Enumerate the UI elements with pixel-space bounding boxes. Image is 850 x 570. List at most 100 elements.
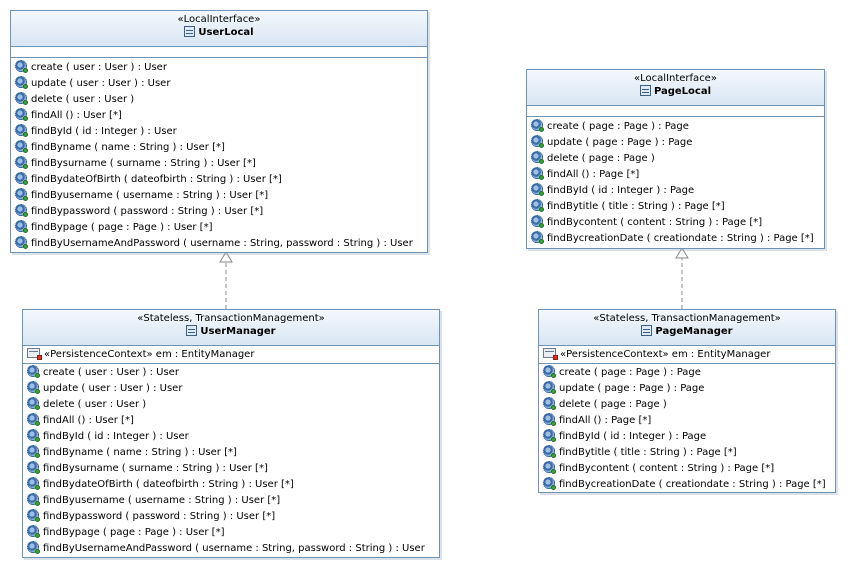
operation-row[interactable]: findById ( id : Integer ) : User [11,124,427,140]
class-header: «LocalInterface» PageLocal [527,70,824,106]
attributes-compartment [11,47,427,58]
method-icon [27,477,40,490]
method-icon [543,461,556,474]
method-icon [531,119,544,132]
operation-row[interactable]: findBydateOfBirth ( dateofbirth : String… [23,477,439,493]
class-name: UserManager [200,326,276,337]
class-name: PageLocal [653,86,712,97]
method-icon [543,477,556,490]
operation-row[interactable]: update ( page : Page ) : Page [539,381,835,397]
operation-row[interactable]: findBypage ( page : Page ) : User [*] [11,220,427,236]
operation-row[interactable]: update ( user : User ) : User [23,381,439,397]
operation-row[interactable]: findBytitle ( title : String ) : Page [*… [539,445,835,461]
class-userlocal[interactable]: «LocalInterface» UserLocal create ( user… [10,10,428,253]
method-icon [27,525,40,538]
method-icon [27,541,40,554]
operation-row[interactable]: findBycontent ( content : String ) : Pag… [539,461,835,477]
realization-pagemanager-pagelocal [675,247,689,309]
operation-signature: create ( page : Page ) : Page [547,121,689,132]
operation-signature: create ( user : User ) : User [31,62,167,73]
operation-row[interactable]: delete ( user : User ) [23,397,439,413]
operation-signature: update ( user : User ) : User [43,383,183,394]
operation-row[interactable]: findById ( id : Integer ) : Page [539,429,835,445]
method-icon [543,445,556,458]
operation-signature: delete ( page : Page ) [547,153,655,164]
operation-signature: findByusername ( username : String ) : U… [31,190,269,201]
method-icon [543,381,556,394]
operation-row[interactable]: findById ( id : Integer ) : User [23,429,439,445]
operation-row[interactable]: findByname ( name : String ) : User [*] [23,445,439,461]
operation-row[interactable]: delete ( user : User ) [11,92,427,108]
operation-signature: findByusername ( username : String ) : U… [43,495,281,506]
operation-signature: findBydateOfBirth ( dateofbirth : String… [43,479,294,490]
operation-signature: delete ( page : Page ) [559,399,667,410]
operation-signature: findByUsernameAndPassword ( username : S… [43,543,425,554]
operation-row[interactable]: findAll () : User [*] [23,413,439,429]
operation-signature: update ( page : Page ) : Page [559,383,705,394]
method-icon [27,493,40,506]
operation-row[interactable]: findBycreationDate ( creationdate : Stri… [539,477,835,493]
attributes-compartment: «PersistenceContext» em : EntityManager [539,346,835,364]
method-icon [543,413,556,426]
operation-signature: findBysurname ( surname : String ) : Use… [43,463,268,474]
operation-row[interactable]: findAll () : Page [*] [527,167,824,183]
operation-row[interactable]: findByusername ( username : String ) : U… [11,188,427,204]
private-field-icon [27,348,42,360]
operation-signature: findBypage ( page : Page ) : User [*] [31,222,213,233]
class-header: «Stateless, TransactionManagement» UserM… [23,310,439,346]
class-header: «LocalInterface» UserLocal [11,11,427,47]
attribute-row[interactable]: «PersistenceContext» em : EntityManager [539,347,835,363]
operation-row[interactable]: findBydateOfBirth ( dateofbirth : String… [11,172,427,188]
operation-row[interactable]: findAll () : Page [*] [539,413,835,429]
stereotype-label: «LocalInterface» [634,73,717,84]
operation-row[interactable]: findBysurname ( surname : String ) : Use… [11,156,427,172]
operation-signature: findByname ( name : String ) : User [*] [43,447,237,458]
method-icon [15,172,28,185]
method-icon [15,108,28,121]
operation-row[interactable]: update ( page : Page ) : Page [527,135,824,151]
operation-signature: findById ( id : Integer ) : Page [559,431,707,442]
operation-row[interactable]: create ( page : Page ) : Page [539,365,835,381]
operation-signature: findBycreationDate ( creationdate : Stri… [559,479,826,490]
method-icon [543,397,556,410]
method-icon [15,204,28,217]
class-pagemanager[interactable]: «Stateless, TransactionManagement» PageM… [538,309,836,493]
operation-row[interactable]: create ( user : User ) : User [11,60,427,76]
operation-signature: findBypage ( page : Page ) : User [*] [43,527,225,538]
attribute-row[interactable]: «PersistenceContext» em : EntityManager [23,347,439,363]
operation-row[interactable]: create ( user : User ) : User [23,365,439,381]
operation-row[interactable]: findByUsernameAndPassword ( username : S… [23,541,439,557]
operation-row[interactable]: findById ( id : Integer ) : Page [527,183,824,199]
operation-signature: findAll () : User [*] [31,110,122,121]
operation-row[interactable]: findByusername ( username : String ) : U… [23,493,439,509]
operation-row[interactable]: findBycreationDate ( creationdate : Stri… [527,231,824,247]
realization-usermanager-userlocal [219,251,233,309]
operation-row[interactable]: findByname ( name : String ) : User [*] [11,140,427,156]
method-icon [15,188,28,201]
method-icon [531,183,544,196]
operation-row[interactable]: findBypage ( page : Page ) : User [*] [23,525,439,541]
operations-compartment: create ( page : Page ) : Page update ( p… [539,364,835,493]
operation-row[interactable]: findBypassword ( password : String ) : U… [11,204,427,220]
operation-row[interactable]: findBycontent ( content : String ) : Pag… [527,215,824,231]
operation-row[interactable]: findBytitle ( title : String ) : Page [*… [527,199,824,215]
operation-row[interactable]: delete ( page : Page ) [527,151,824,167]
operations-compartment: create ( user : User ) : User update ( u… [11,58,427,252]
method-icon [27,397,40,410]
operation-signature: findBypassword ( password : String ) : U… [43,511,276,522]
operation-row[interactable]: findByUsernameAndPassword ( username : S… [11,236,427,252]
operation-row[interactable]: update ( user : User ) : User [11,76,427,92]
method-icon [15,124,28,137]
operation-row[interactable]: findBysurname ( surname : String ) : Use… [23,461,439,477]
operation-signature: findBycontent ( content : String ) : Pag… [559,463,775,474]
class-usermanager[interactable]: «Stateless, TransactionManagement» UserM… [22,309,440,558]
operation-row[interactable]: findAll () : User [*] [11,108,427,124]
operation-row[interactable]: delete ( page : Page ) [539,397,835,413]
operation-row[interactable]: create ( page : Page ) : Page [527,119,824,135]
operation-row[interactable]: findBypassword ( password : String ) : U… [23,509,439,525]
method-icon [531,215,544,228]
attribute-signature: «PersistenceContext» em : EntityManager [44,349,255,360]
method-icon [15,156,28,169]
operation-signature: update ( page : Page ) : Page [547,137,693,148]
class-pagelocal[interactable]: «LocalInterface» PageLocal create ( page… [526,69,825,249]
